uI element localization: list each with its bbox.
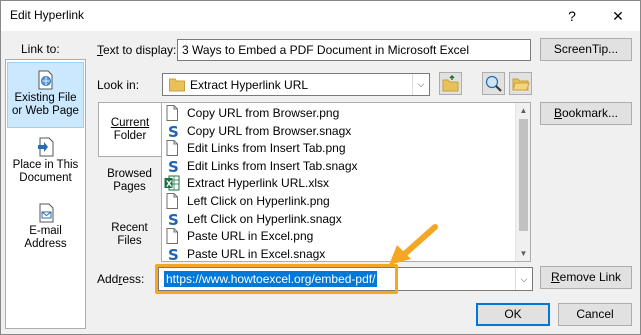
screentip-button[interactable]: ScreenTip... <box>540 38 632 61</box>
bookmark-button[interactable]: Bookmark... <box>540 102 632 125</box>
link-to-panel: Existing File or Web Page Place in This … <box>5 59 86 329</box>
address-chevron-down-icon[interactable]: ⌵ <box>515 268 532 290</box>
remove-link-button[interactable]: Remove Link <box>540 266 632 289</box>
link-to-place-label2: Document <box>19 172 72 184</box>
annotation-highlight-box <box>155 264 398 294</box>
browse-web-button[interactable] <box>482 72 505 95</box>
snagit-file-icon: S <box>164 158 180 176</box>
snagit-file-icon: S <box>164 246 180 262</box>
svg-text:S: S <box>168 211 179 227</box>
nav-browsed-pages-line2: Pages <box>113 181 146 193</box>
link-to-existing-file[interactable]: Existing File or Web Page <box>7 62 84 128</box>
title-bar: Edit Hyperlink ? ✕ <box>1 1 640 31</box>
file-list-item[interactable]: X Extract Hyperlink URL.xlsx <box>164 174 329 192</box>
link-to-email-label1: E-mail <box>29 225 62 237</box>
svg-text:S: S <box>168 158 179 174</box>
snagit-file-icon: S <box>164 211 180 229</box>
folder-icon <box>169 78 185 92</box>
text-to-display-label: Text to display: <box>97 43 177 57</box>
up-one-folder-button[interactable] <box>439 72 462 95</box>
file-name: Left Click on Hyperlink.png <box>187 194 330 208</box>
scroll-thumb[interactable] <box>519 119 528 231</box>
image-file-icon <box>164 193 180 209</box>
image-file-icon <box>164 228 180 245</box>
nav-recent-files[interactable]: Recent Files <box>98 222 161 252</box>
file-name: Paste URL in Excel.png <box>187 229 314 244</box>
edit-hyperlink-dialog: Edit Hyperlink ? ✕ Link to: Existing Fil… <box>0 0 641 335</box>
cancel-button[interactable]: Cancel <box>558 303 632 326</box>
link-to-email-label2: Address <box>24 238 67 250</box>
nav-browsed-pages[interactable]: Browsed Pages <box>98 168 161 198</box>
link-to-label: Link to: <box>21 42 60 56</box>
file-name: Left Click on Hyperlink.snagx <box>187 211 342 226</box>
file-list-item[interactable]: Copy URL from Browser.png <box>164 104 339 122</box>
file-list-item[interactable]: S Left Click on Hyperlink.snagx <box>164 210 342 229</box>
nav-current-folder[interactable]: Current Folder <box>98 102 161 157</box>
file-list-item[interactable]: S Copy URL from Browser.snagx <box>164 122 352 141</box>
text-to-display-input[interactable]: 3 Ways to Embed a PDF Document in Micros… <box>177 39 531 61</box>
link-to-existing-file-label2: or Web Page <box>12 105 79 117</box>
image-file-icon <box>164 105 180 121</box>
browse-nav: Current Folder Browsed Pages Recent File… <box>98 102 161 262</box>
help-button[interactable]: ? <box>549 1 595 31</box>
scroll-down-arrow-icon[interactable]: ▼ <box>516 249 530 258</box>
file-name: Edit Links from Insert Tab.png <box>187 141 346 156</box>
snagit-file-icon: S <box>164 123 180 141</box>
dialog-title: Edit Hyperlink <box>10 8 85 22</box>
browse-file-button[interactable] <box>509 72 532 95</box>
nav-browsed-pages-line1: Browsed <box>107 168 152 180</box>
chevron-down-icon[interactable]: ⌵ <box>412 74 429 95</box>
document-place-icon <box>37 137 53 157</box>
file-list[interactable]: Copy URL from Browser.png S Copy URL from … <box>161 102 531 262</box>
look-in-dropdown[interactable]: Extract Hyperlink URL ⌵ <box>162 73 430 96</box>
nav-recent-files-line1: Recent <box>111 222 148 234</box>
nav-current-folder-line1: Current <box>110 117 150 129</box>
ok-button[interactable]: OK <box>476 303 550 326</box>
link-to-existing-file-label1: Existing File <box>14 92 77 104</box>
globe-search-icon <box>485 75 502 92</box>
nav-recent-files-line2: Files <box>117 235 142 247</box>
close-button[interactable]: ✕ <box>595 1 641 31</box>
svg-text:S: S <box>168 246 179 262</box>
folder-up-icon <box>442 75 459 92</box>
link-to-email-address[interactable]: E-mail Address <box>7 203 84 253</box>
globe-file-icon <box>38 70 52 90</box>
address-label: Address: <box>97 272 145 286</box>
svg-text:S: S <box>168 123 179 139</box>
email-icon <box>39 203 53 223</box>
file-list-item[interactable]: S Edit Links from Insert Tab.snagx <box>164 157 358 176</box>
file-name: Copy URL from Browser.snagx <box>187 123 352 138</box>
file-list-item[interactable]: Paste URL in Excel.png <box>164 227 313 245</box>
file-name: Paste URL in Excel.snagx <box>187 246 326 261</box>
scroll-up-arrow-icon[interactable]: ▲ <box>516 106 530 115</box>
link-to-place-in-document[interactable]: Place in This Document <box>7 137 84 187</box>
nav-current-folder-line2: Folder <box>113 130 147 142</box>
look-in-label: Look in: <box>97 78 140 92</box>
file-name: Extract Hyperlink URL.xlsx <box>187 176 330 191</box>
link-to-place-label1: Place in This <box>12 159 79 171</box>
file-list-item[interactable]: Left Click on Hyperlink.png <box>164 192 330 210</box>
image-file-icon <box>164 140 180 157</box>
file-list-item[interactable]: Edit Links from Insert Tab.png <box>164 139 346 157</box>
file-list-scrollbar[interactable]: ▲ ▼ <box>515 103 530 261</box>
file-name: Edit Links from Insert Tab.snagx <box>187 158 358 173</box>
look-in-value: Extract Hyperlink URL <box>190 78 309 92</box>
excel-file-icon: X <box>164 175 180 191</box>
file-name: Copy URL from Browser.png <box>187 106 340 120</box>
file-list-item[interactable]: S Paste URL in Excel.snagx <box>164 245 326 262</box>
folder-open-icon <box>512 78 530 91</box>
annotation-arrow-icon <box>389 224 438 265</box>
svg-text:X: X <box>166 180 173 189</box>
